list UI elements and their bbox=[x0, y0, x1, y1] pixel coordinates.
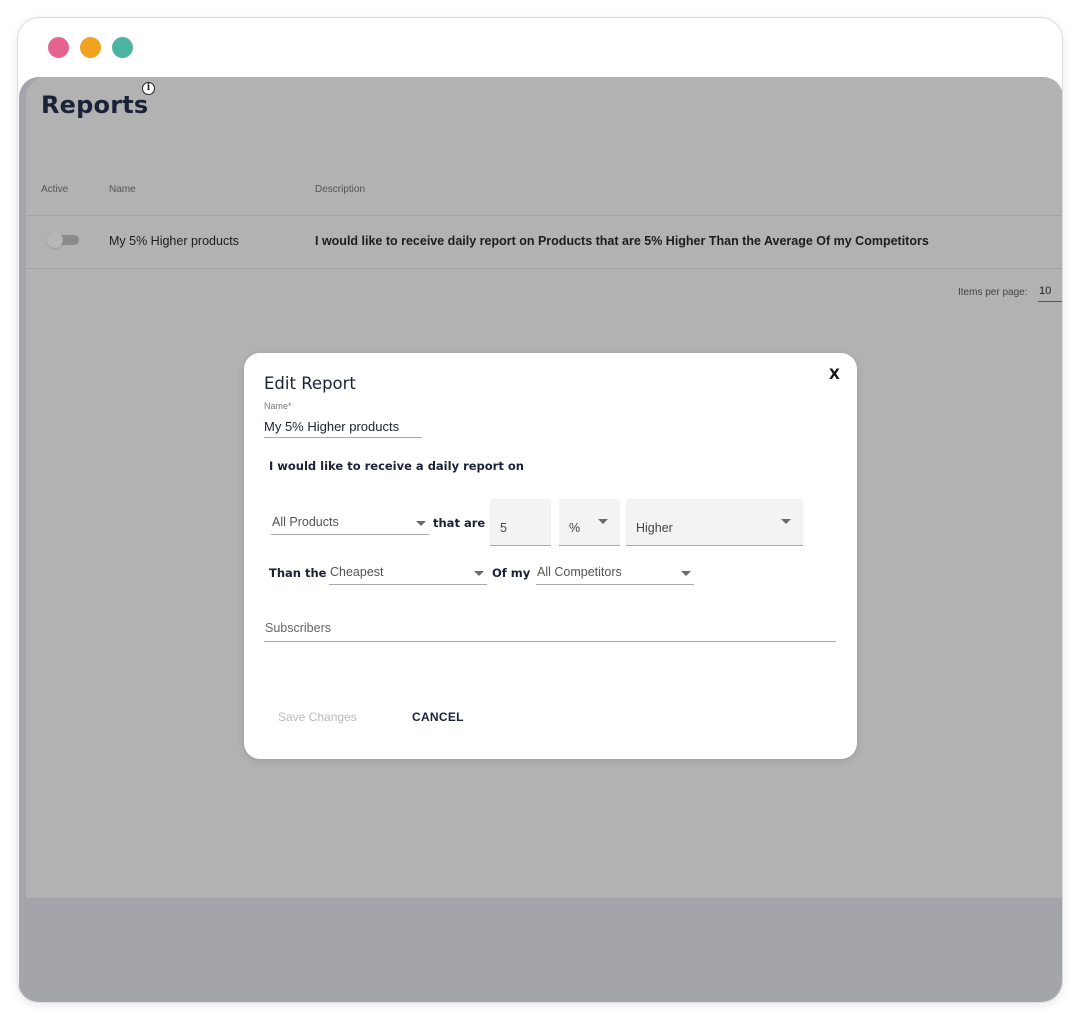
chevron-down-icon bbox=[598, 519, 608, 524]
active-toggle[interactable] bbox=[47, 232, 79, 248]
amount-value: 5 bbox=[500, 521, 507, 535]
direction-select-value: Higher bbox=[636, 521, 673, 535]
items-per-page-label: Items per page: bbox=[958, 287, 1028, 298]
column-header-description[interactable]: Description bbox=[315, 184, 365, 195]
close-window-dot[interactable] bbox=[48, 37, 69, 58]
name-input[interactable] bbox=[264, 415, 422, 438]
name-field-label: Name* bbox=[264, 401, 292, 411]
subscribers-placeholder: Subscribers bbox=[265, 621, 331, 635]
chevron-down-icon bbox=[474, 571, 484, 576]
comparison-select-value: Cheapest bbox=[330, 565, 384, 579]
products-select[interactable]: All Products bbox=[271, 511, 429, 535]
items-per-page-select[interactable]: 10 bbox=[1038, 285, 1062, 302]
chevron-down-icon bbox=[681, 571, 691, 576]
report-name-cell[interactable]: My 5% Higher products bbox=[109, 234, 239, 248]
unit-select[interactable]: % bbox=[559, 499, 620, 546]
unit-select-value: % bbox=[569, 521, 581, 535]
comparison-select[interactable]: Cheapest bbox=[329, 561, 487, 585]
cancel-button[interactable]: CANCEL bbox=[412, 710, 464, 724]
that-are-label: that are bbox=[433, 516, 486, 530]
amount-input[interactable]: 5 bbox=[490, 499, 551, 546]
report-description-cell: I would like to receive daily report on … bbox=[315, 234, 929, 248]
divider bbox=[26, 268, 1062, 269]
info-icon[interactable]: i bbox=[142, 82, 155, 95]
column-header-active[interactable]: Active bbox=[41, 184, 68, 195]
dialog-title: Edit Report bbox=[264, 374, 356, 393]
than-the-label: Than the bbox=[269, 566, 327, 580]
edit-report-dialog: Edit Report X Name* I would like to rece… bbox=[244, 353, 857, 759]
column-header-name[interactable]: Name bbox=[109, 184, 136, 195]
products-select-value: All Products bbox=[272, 515, 339, 529]
competitors-select[interactable]: All Competitors bbox=[536, 561, 694, 585]
direction-select[interactable]: Higher bbox=[626, 499, 803, 546]
of-my-label: Of my bbox=[492, 566, 531, 580]
report-sentence-label: I would like to receive a daily report o… bbox=[269, 459, 524, 473]
close-icon[interactable]: X bbox=[829, 367, 840, 383]
minimize-window-dot[interactable] bbox=[80, 37, 101, 58]
chevron-down-icon bbox=[781, 519, 791, 524]
maximize-window-dot[interactable] bbox=[112, 37, 133, 58]
divider bbox=[26, 215, 1062, 216]
chevron-down-icon bbox=[416, 521, 426, 526]
subscribers-input[interactable]: Subscribers bbox=[264, 616, 836, 642]
save-changes-button[interactable]: Save Changes bbox=[278, 710, 357, 724]
competitors-select-value: All Competitors bbox=[537, 565, 622, 579]
window-controls bbox=[48, 37, 133, 58]
page-title: Reports bbox=[41, 91, 149, 119]
toggle-knob bbox=[47, 232, 63, 248]
